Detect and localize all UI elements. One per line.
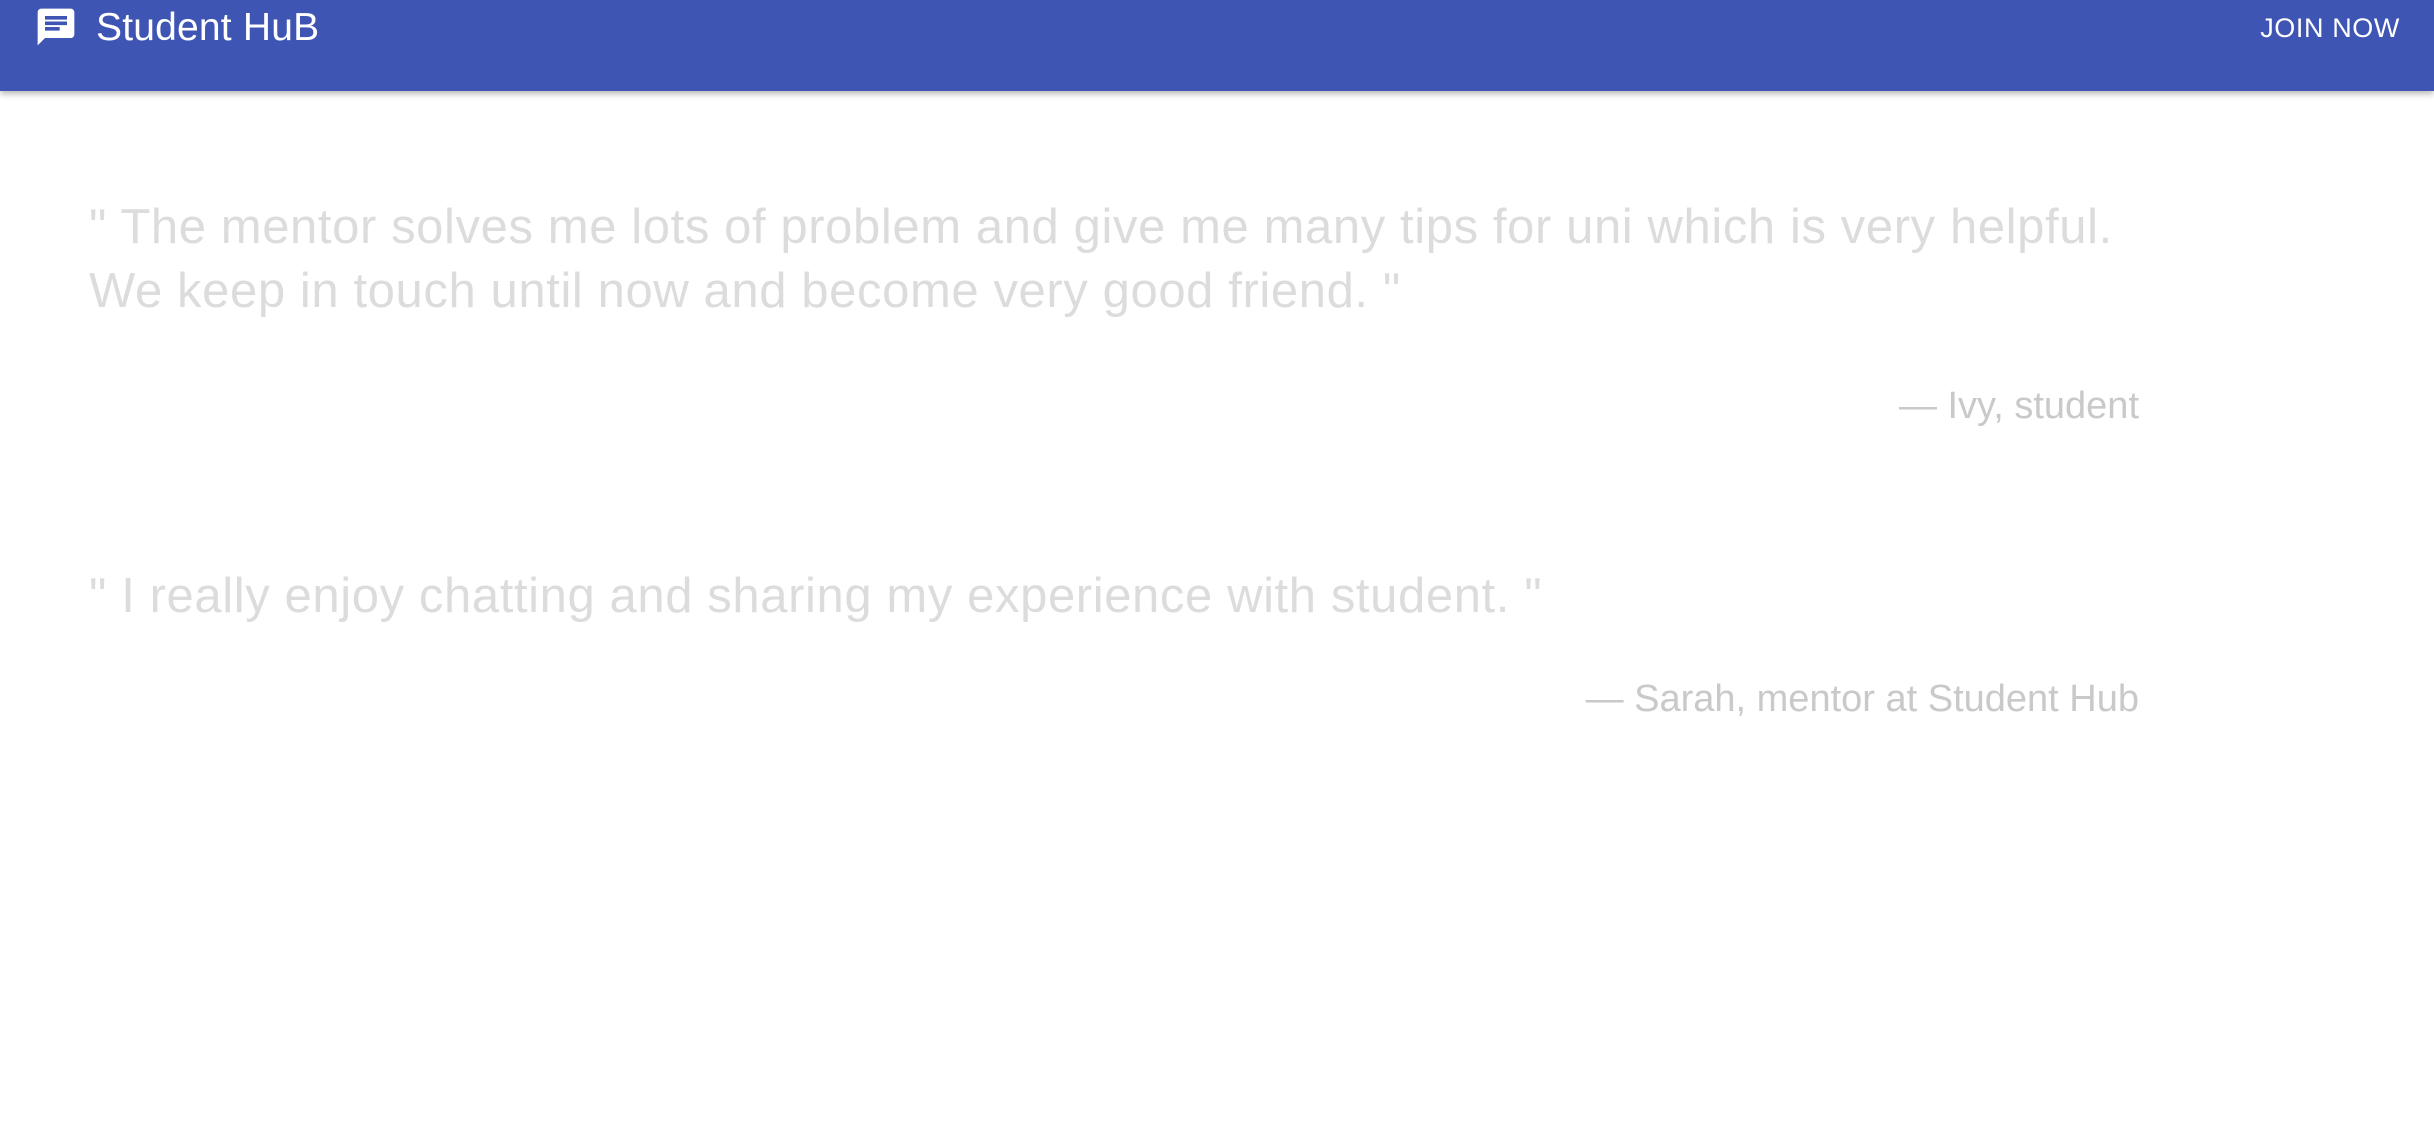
brand[interactable]: Student HuB — [34, 0, 319, 54]
chat-message-icon — [34, 5, 78, 49]
testimonial: " The mentor solves me lots of problem a… — [89, 195, 2139, 429]
testimonial-author: — Sarah, mentor at Student Hub — [1585, 678, 2139, 720]
testimonial-quote: " I really enjoy chatting and sharing my… — [89, 569, 1543, 623]
app-title: Student HuB — [96, 5, 320, 49]
testimonial-quote: " The mentor solves me lots of problem a… — [89, 200, 2113, 318]
testimonial: " I really enjoy chatting and sharing my… — [89, 564, 2139, 722]
testimonial-author: — Ivy, student — [1898, 385, 2139, 427]
testimonials-section: " The mentor solves me lots of problem a… — [0, 91, 2434, 1128]
join-now-button[interactable]: JOIN NOW — [2254, 6, 2406, 50]
app-bar: Student HuB JOIN NOW — [0, 0, 2434, 91]
